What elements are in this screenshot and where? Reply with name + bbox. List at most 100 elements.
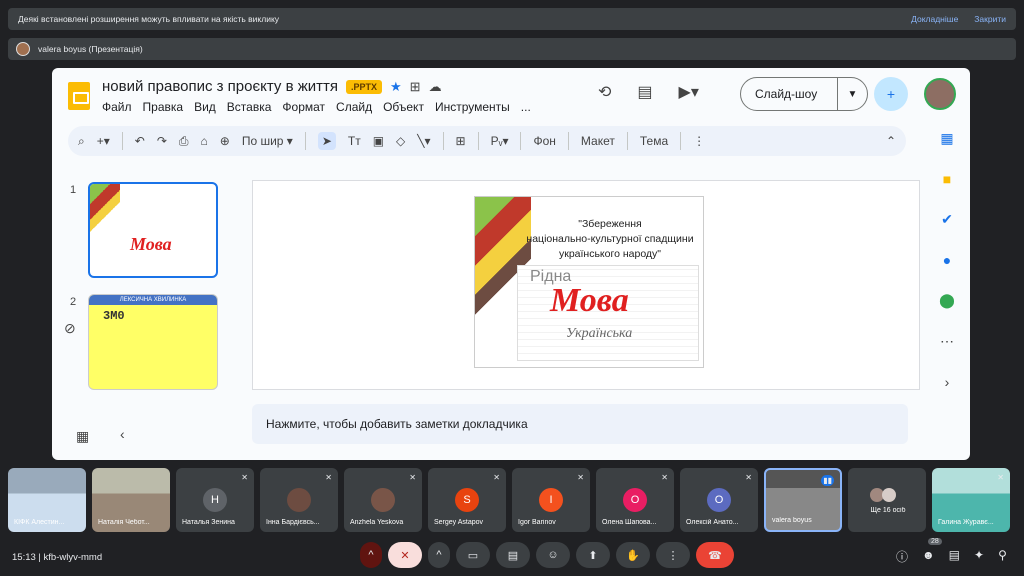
hang-up-icon[interactable]: ☎ [696,542,734,568]
collapse-icon[interactable]: ⌃ [886,134,896,148]
menu-more[interactable]: ... [521,100,531,114]
menu-edit[interactable]: Правка [143,100,184,114]
redo-icon[interactable]: ↷ [157,134,167,148]
participant-tile[interactable]: ✕ S Sergey Astapov [428,468,506,532]
camera-icon[interactable]: ▭ [456,542,490,568]
menu-format[interactable]: Формат [282,100,325,114]
paint-format-icon[interactable]: ⌂ [201,134,208,148]
chevron-right-icon[interactable]: › [945,374,950,390]
text-style-icon[interactable]: Pᵥ▾ [491,134,509,148]
meeting-info: 15:13 | kfb-wlyv-mmd [12,552,103,563]
layout-button[interactable]: Макет [581,134,615,148]
slides-logo-icon [68,82,90,110]
thumb-number: 1 [70,184,77,196]
tasks-icon[interactable]: ✔ [941,211,953,228]
undo-icon[interactable]: ↶ [135,134,145,148]
participant-tile[interactable]: ✕ Інна Бардієвсь... [260,468,338,532]
slide-thumb-1[interactable]: Мова [88,182,218,278]
slideshow-button[interactable]: Слайд-шоу ▼ [740,77,868,111]
participant-tile[interactable]: ✕ Anzhela Yeskova [344,468,422,532]
mic-off-icon[interactable]: ✕ [388,542,422,568]
raise-hand-icon[interactable]: ✋ [616,542,650,568]
participant-tile[interactable]: ✕ Н Наталья Зенина [176,468,254,532]
contacts-icon[interactable]: ● [943,252,951,268]
host-controls-icon[interactable]: ⚲ [998,548,1007,565]
participant-tile[interactable]: Наталія Чебот... [92,468,170,532]
star-icon[interactable]: ★ [390,79,402,95]
grid-view-icon[interactable]: ▦ [76,428,89,445]
theme-button[interactable]: Тема [640,134,668,148]
thumb-header: ЛЕКСИЧНА ХВИЛИНКА [89,295,217,305]
chevron-down-icon[interactable]: ▼ [837,78,867,110]
more-participants-tile[interactable]: Ще 16 осіб [848,468,926,532]
calendar-icon[interactable]: ▦ [940,130,953,147]
format-badge: .PPTX [346,79,383,94]
camera-icon[interactable]: ▶▾ [679,82,699,102]
participant-tile[interactable]: ✕ I Igor Barinov [512,468,590,532]
background-button[interactable]: Фон [533,134,555,148]
avatar [16,42,30,56]
participant-tile[interactable]: КІФК Алестин... [8,468,86,532]
current-slide[interactable]: "Збереження національно-культурної спадщ… [474,196,704,368]
keep-icon[interactable]: ■ [943,171,951,187]
shape-icon[interactable]: ◇ [396,134,405,148]
history-icon[interactable]: ⟲ [598,82,611,102]
cloud-icon[interactable]: ☁ [429,79,442,95]
close-link[interactable]: Закрити [974,14,1006,24]
mic-off-icon: ✕ [241,473,248,482]
more-icon[interactable]: ⋯ [940,333,954,350]
presenter-label: valera boyus (Презентація) [38,44,143,54]
slide-thumb-2[interactable]: ЛЕКСИЧНА ХВИЛИНКА 3М0 [88,294,218,390]
emoji-icon[interactable]: ☺ [536,542,570,568]
chevron-left-icon[interactable]: ‹ [120,426,125,442]
menu-insert[interactable]: Вставка [227,100,272,114]
text-box-icon[interactable]: Tт [348,134,361,148]
activities-icon[interactable]: ✦ [974,548,984,565]
link-icon: ⊘ [64,320,76,336]
info-icon[interactable]: ⓘ [896,548,908,565]
comment-add-icon[interactable]: ⊞ [456,134,466,148]
details-link[interactable]: Докладніше [911,14,958,24]
participant-tile[interactable]: ✕ О Олена Шапова... [596,468,674,532]
participant-tile[interactable]: ✕ О Олексій Анато... [680,468,758,532]
editing-toolbar: ⌕ +▾ ↶ ↷ ⎙ ⌂ ⊕ По шир ▾ ➤ Tт ▣ ◇ ╲▾ ⊞ Pᵥ… [68,126,906,156]
camera-options-icon[interactable]: ^ [428,542,450,568]
more-options-icon[interactable]: ⋮ [693,134,705,148]
add-icon[interactable]: +▾ [97,134,110,148]
zoom-select[interactable]: По шир ▾ [242,134,293,148]
maps-icon[interactable]: ⬤ [939,292,955,309]
word-cloud: Рідна Мова Українська [517,265,699,361]
account-avatar[interactable] [924,78,956,110]
line-icon[interactable]: ╲▾ [417,134,430,148]
menu-view[interactable]: Вид [194,100,216,114]
menu-slide[interactable]: Слайд [336,100,372,114]
participant-tile[interactable]: ▮▮ valera boyus [764,468,842,532]
move-folder-icon[interactable]: ⊞ [410,79,421,95]
speaker-notes[interactable]: Нажмите, чтобы добавить заметки докладчи… [252,404,908,444]
menu-object[interactable]: Объект [383,100,424,114]
mic-off-icon: ✕ [409,473,416,482]
people-icon[interactable]: ☻ [922,548,935,565]
slideshow-label: Слайд-шоу [755,87,818,101]
menu-file[interactable]: Файл [102,100,132,114]
search-icon[interactable]: ⌕ [78,134,85,149]
image-icon[interactable]: ▣ [373,134,384,148]
participant-count-badge: 28 [928,538,942,545]
select-cursor-icon[interactable]: ➤ [317,132,336,150]
chat-icon[interactable]: ▤ [949,548,960,565]
mic-off-icon: ✕ [661,473,668,482]
menu-tools[interactable]: Инструменты [435,100,510,114]
mic-options-icon[interactable]: ^ [360,542,382,568]
share-icon[interactable]: + [874,77,908,111]
captions-icon[interactable]: ▤ [496,542,530,568]
document-title[interactable]: новий правопис з проєкту в життя [102,78,338,95]
zoom-icon[interactable]: ⊕ [220,134,230,148]
participant-tile[interactable]: ✕ Галина Журавє... [932,468,1010,532]
more-icon[interactable]: ⋮ [656,542,690,568]
present-icon[interactable]: ⬆ [576,542,610,568]
extension-warning-bar: Деякі встановлені розширення можуть впли… [8,8,1016,30]
comment-icon[interactable]: ▤ [637,82,652,102]
mic-off-icon: ✕ [745,473,752,482]
print-icon[interactable]: ⎙ [179,134,189,149]
mic-off-icon: ✕ [577,473,584,482]
